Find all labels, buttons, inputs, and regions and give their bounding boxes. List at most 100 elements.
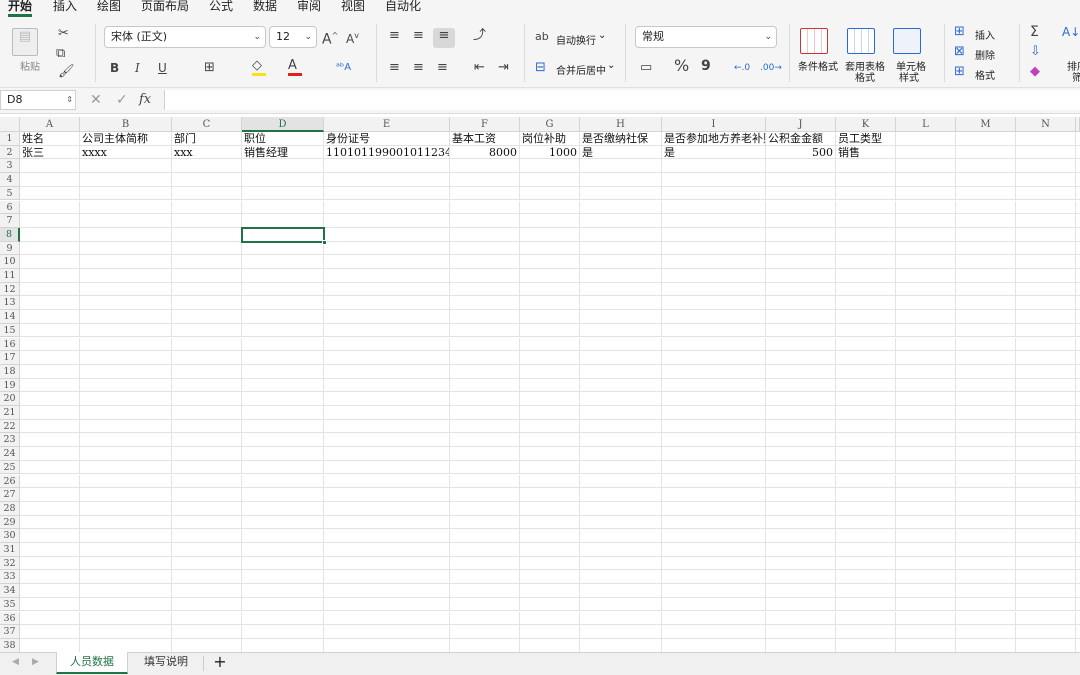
cell-d16[interactable]	[242, 337, 324, 352]
comma-style-icon[interactable]: 9	[701, 58, 711, 74]
cell-n29[interactable]	[1016, 515, 1076, 530]
tab-draw[interactable]: 绘图	[97, 0, 121, 16]
cell-a24[interactable]	[20, 447, 80, 461]
cell-h29[interactable]	[580, 515, 662, 530]
conditional-format-icon[interactable]	[800, 28, 828, 54]
align-middle-icon[interactable]: ≡	[413, 28, 424, 44]
cell-b25[interactable]	[80, 460, 172, 475]
cell-d19[interactable]	[242, 378, 324, 393]
cell-c23[interactable]	[172, 433, 242, 448]
cell-k27[interactable]	[836, 488, 896, 502]
cell-c20[interactable]	[172, 392, 242, 406]
cell-b30[interactable]	[80, 529, 172, 543]
cell-b6[interactable]	[80, 200, 172, 215]
cell-m2[interactable]	[956, 145, 1016, 160]
cell-n38[interactable]	[1016, 638, 1076, 652]
cell-j8[interactable]	[766, 227, 836, 242]
cell-i1[interactable]: 是否参加地方养老补贴	[662, 132, 766, 146]
cell-d4[interactable]	[242, 173, 324, 187]
cell-e9[interactable]	[324, 241, 450, 256]
cell-n7[interactable]	[1016, 214, 1076, 228]
cell-b21[interactable]	[80, 406, 172, 420]
row-header-18[interactable]: 18	[0, 364, 20, 379]
cell-l9[interactable]	[896, 241, 956, 256]
cell-m15[interactable]	[956, 323, 1016, 338]
cell-f33[interactable]	[450, 570, 520, 585]
cell-k23[interactable]	[836, 433, 896, 448]
row-header-19[interactable]: 19	[0, 378, 20, 393]
cell-i15[interactable]	[662, 323, 766, 338]
cell-e24[interactable]	[324, 447, 450, 461]
cell-l26[interactable]	[896, 474, 956, 489]
row-header-14[interactable]: 14	[0, 310, 20, 324]
cell-i12[interactable]	[662, 282, 766, 297]
cell-j23[interactable]	[766, 433, 836, 448]
cell-n19[interactable]	[1016, 378, 1076, 393]
cell-b5[interactable]	[80, 186, 172, 201]
cell-i28[interactable]	[662, 501, 766, 516]
cell-m23[interactable]	[956, 433, 1016, 448]
cell-i30[interactable]	[662, 529, 766, 543]
cell-m6[interactable]	[956, 200, 1016, 215]
cell-c13[interactable]	[172, 296, 242, 311]
cell-i20[interactable]	[662, 392, 766, 406]
cell-e32[interactable]	[324, 556, 450, 571]
cell-j5[interactable]	[766, 186, 836, 201]
cell-g13[interactable]	[520, 296, 580, 311]
formula-input[interactable]	[164, 90, 1080, 110]
cell-n33[interactable]	[1016, 570, 1076, 585]
cell-m35[interactable]	[956, 597, 1016, 612]
cell-i11[interactable]	[662, 269, 766, 283]
cell-d18[interactable]	[242, 364, 324, 379]
cell-k7[interactable]	[836, 214, 896, 228]
cell-d36[interactable]	[242, 611, 324, 626]
cell-i5[interactable]	[662, 186, 766, 201]
cell-h36[interactable]	[580, 611, 662, 626]
cell-f15[interactable]	[450, 323, 520, 338]
cell-j21[interactable]	[766, 406, 836, 420]
cell-b3[interactable]	[80, 159, 172, 174]
cell-d2[interactable]: 销售经理	[242, 145, 324, 160]
cell-j3[interactable]	[766, 159, 836, 174]
cell-g28[interactable]	[520, 501, 580, 516]
cell-l24[interactable]	[896, 447, 956, 461]
cell-k21[interactable]	[836, 406, 896, 420]
cell-c4[interactable]	[172, 173, 242, 187]
cell-c17[interactable]	[172, 351, 242, 365]
cell-b23[interactable]	[80, 433, 172, 448]
cell-k29[interactable]	[836, 515, 896, 530]
cell-j29[interactable]	[766, 515, 836, 530]
cell-n32[interactable]	[1016, 556, 1076, 571]
cell-d23[interactable]	[242, 433, 324, 448]
cell-k14[interactable]	[836, 310, 896, 324]
cell-k9[interactable]	[836, 241, 896, 256]
cell-h21[interactable]	[580, 406, 662, 420]
cell-e22[interactable]	[324, 419, 450, 434]
cell-c6[interactable]	[172, 200, 242, 215]
cell-k15[interactable]	[836, 323, 896, 338]
cell-a26[interactable]	[20, 474, 80, 489]
cell-k22[interactable]	[836, 419, 896, 434]
cell-m8[interactable]	[956, 227, 1016, 242]
cell-a29[interactable]	[20, 515, 80, 530]
cell-c9[interactable]	[172, 241, 242, 256]
cell-e29[interactable]	[324, 515, 450, 530]
cell-b7[interactable]	[80, 214, 172, 228]
row-header-17[interactable]: 17	[0, 351, 20, 365]
insert-cells-icon[interactable]: ⊞	[954, 24, 965, 40]
cell-a19[interactable]	[20, 378, 80, 393]
cell-k36[interactable]	[836, 611, 896, 626]
tab-data[interactable]: 数据	[253, 0, 277, 16]
row-header-29[interactable]: 29	[0, 515, 20, 530]
cell-h34[interactable]	[580, 584, 662, 598]
accounting-format-icon[interactable]: ▭	[640, 60, 652, 76]
cell-e1[interactable]: 身份证号	[324, 132, 450, 146]
cell-k33[interactable]	[836, 570, 896, 585]
cell-a35[interactable]	[20, 597, 80, 612]
cell-n23[interactable]	[1016, 433, 1076, 448]
cell-d6[interactable]	[242, 200, 324, 215]
cell-g22[interactable]	[520, 419, 580, 434]
underline-icon[interactable]: U	[158, 60, 167, 76]
cell-f17[interactable]	[450, 351, 520, 365]
cell-n4[interactable]	[1016, 173, 1076, 187]
